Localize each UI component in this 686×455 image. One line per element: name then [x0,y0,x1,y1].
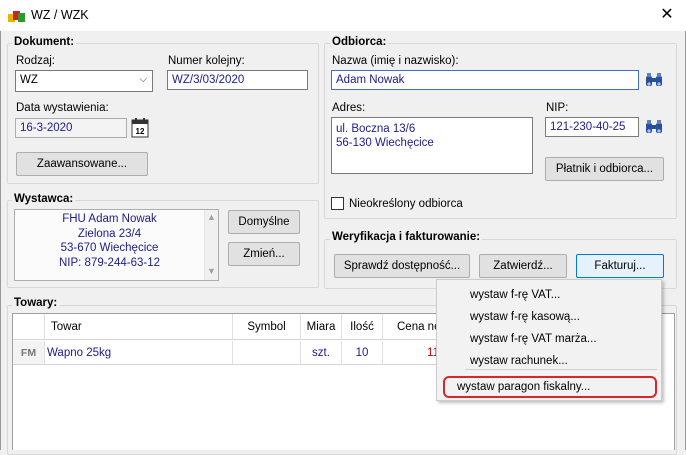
rodzaj-label: Rodzaj: [16,55,55,67]
wystawca-line: NIP: 879-244-63-12 [58,256,160,269]
row-badge: FM [13,341,45,365]
nip-label: NIP: [546,102,569,114]
cell-towar[interactable]: Wapno 25kg [45,341,233,365]
undefined-checkbox[interactable] [331,197,344,210]
close-icon[interactable]: ✕ [652,3,682,29]
adres-input[interactable]: ul. Boczna 13/6 56-130 Wiechęcice [331,117,533,174]
wystawca-line: FHU Adam Nowak [62,213,157,225]
scroll-up-icon[interactable]: ▲ [207,212,216,222]
nip-input[interactable]: 121-230-40-25 [545,117,639,137]
scroll-down-icon[interactable]: ▼ [207,266,216,276]
window-border [0,31,1,450]
towary-title: Towary: [12,297,60,309]
calendar-day: 12 [136,127,145,136]
title-bar [0,0,686,31]
nazwa-input[interactable]: Adam Nowak [331,70,639,90]
cell-miara[interactable]: szt. [301,341,342,365]
odbiorca-title: Odbiorca: [330,36,389,48]
default-button[interactable]: Domyślne [228,210,300,234]
chevron-down-icon: ⌵ [139,74,147,85]
menu-separator [465,369,657,370]
table-header-blank [13,314,45,340]
app-icon [8,8,26,24]
weryfikacja-title: Weryfikacja i fakturowanie: [330,231,483,243]
payer-button[interactable]: Płatnik i odbiorca... [545,157,664,181]
column-header-ilosc[interactable]: Ilość [342,314,383,340]
column-header-towar[interactable]: Towar [45,314,233,340]
adres-label: Adres: [332,102,366,114]
cell-ilosc[interactable]: 10 [342,341,383,365]
cell-symbol[interactable] [233,341,301,365]
invoice-dropdown-menu: wystaw f-rę VAT... wystaw f-rę kasową...… [436,279,662,401]
adres-line: ul. Boczna 13/6 [336,123,416,135]
binoculars-icon[interactable] [644,117,664,137]
approve-button[interactable]: Zatwierdź... [479,254,567,278]
window-title: WZ / WZK [31,8,89,22]
menu-item-bill[interactable]: wystaw rachunek... [470,355,568,367]
cell-cena[interactable]: 11 [383,341,443,365]
change-button[interactable]: Zmień... [228,242,300,266]
column-header-symbol[interactable]: Symbol [233,314,301,340]
wystawca-line: 53-670 Wiechęcice [60,242,159,254]
column-header-miara[interactable]: Miara [301,314,342,340]
invoice-button[interactable]: Fakturuj... [576,254,664,278]
wystawca-scrollbar[interactable]: ▲ ▼ [204,210,218,280]
menu-item-margin-invoice[interactable]: wystaw f-rę VAT marża... [470,333,597,345]
data-label: Data wystawienia: [16,102,109,114]
advanced-button[interactable]: Zaawansowane... [16,152,148,176]
menu-item-fiscal-receipt[interactable]: wystaw paragon fiskalny... [457,381,590,393]
dokument-title: Dokument: [12,36,77,48]
binoculars-icon[interactable] [644,70,664,90]
rodzaj-value: WZ [20,74,38,86]
calendar-icon[interactable]: 12 [131,118,149,138]
data-input[interactable]: 16-3-2020 [15,118,127,138]
menu-item-vat-invoice[interactable]: wystaw f-rę VAT... [470,289,560,301]
undefined-label: Nieokreślony odbiorca [349,198,463,210]
rodzaj-select[interactable]: WZ ⌵ [15,70,153,92]
adres-line: 56-130 Wiechęcice [336,137,434,149]
wystawca-line: Zielona 23/4 [77,227,142,240]
numer-input[interactable]: WZ/3/03/2020 [167,70,308,90]
column-header-cena[interactable]: Cena ne [383,314,443,340]
numer-label: Numer kolejny: [168,55,245,67]
menu-item-cash-invoice[interactable]: wystaw f-rę kasową... [470,311,580,323]
nazwa-label: Nazwa (imię i nazwisko): [332,55,459,67]
wystawca-title: Wystawca: [12,193,76,205]
wystawca-box: FHU Adam Nowak Zielona 23/4 53-670 Wiech… [14,209,219,281]
check-availability-button[interactable]: Sprawdź dostępność... [334,254,470,278]
